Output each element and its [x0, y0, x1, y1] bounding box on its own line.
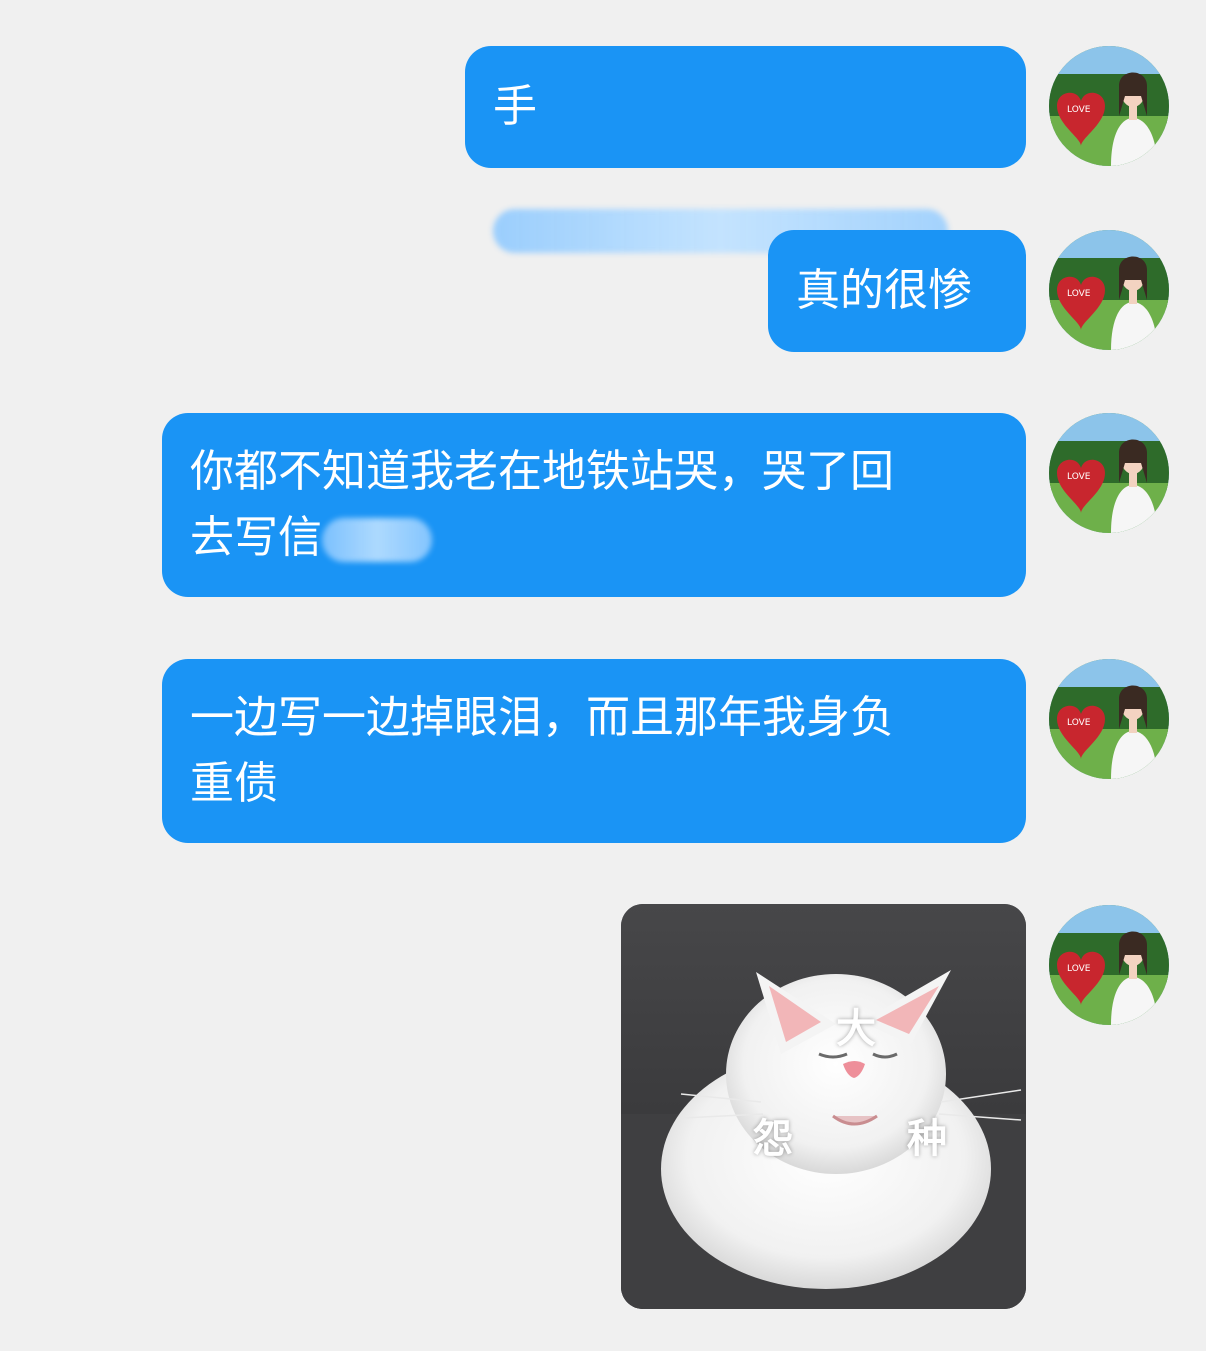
avatar[interactable]: LOVE	[1049, 230, 1169, 350]
message-text-line: 重债	[190, 758, 278, 809]
avatar-photo-icon: LOVE	[1049, 46, 1169, 166]
avatar[interactable]: LOVE	[1049, 413, 1169, 533]
sticker-caption: 大	[836, 1006, 876, 1052]
sticker-caption: 种	[907, 1116, 947, 1162]
white-cat-icon	[621, 904, 1026, 1309]
avatar[interactable]: LOVE	[1049, 46, 1169, 166]
message-bubble[interactable]: 真的很惨	[768, 230, 1026, 352]
avatar-photo-icon: LOVE	[1049, 659, 1169, 779]
avatar[interactable]: LOVE	[1049, 905, 1169, 1025]
message-text-line: 你都不知道我老在地铁站哭，哭了回	[190, 446, 894, 497]
sticker-image[interactable]: 大 怨 种	[621, 904, 1026, 1309]
avatar-photo-icon: LOVE	[1049, 413, 1169, 533]
avatar-photo-icon: LOVE	[1049, 905, 1169, 1025]
message-bubble[interactable]: 你都不知道我老在地铁站哭，哭了回 去写信	[162, 413, 1026, 597]
avatar[interactable]: LOVE	[1049, 659, 1169, 779]
redaction-blur	[322, 518, 432, 562]
message-text-line: 一边写一边掉眼泪，而且那年我身负	[190, 692, 894, 743]
message-text: 手	[493, 81, 537, 132]
sticker-caption: 怨	[753, 1116, 793, 1162]
message-text: 真的很惨	[796, 265, 972, 316]
svg-text:LOVE: LOVE	[1067, 964, 1091, 974]
svg-text:LOVE: LOVE	[1067, 105, 1091, 115]
message-bubble[interactable]: 手	[465, 46, 1026, 253]
message-bubble[interactable]: 一边写一边掉眼泪，而且那年我身负 重债	[162, 659, 1026, 843]
avatar-photo-icon: LOVE	[1049, 230, 1169, 350]
svg-text:LOVE: LOVE	[1067, 472, 1091, 482]
svg-text:LOVE: LOVE	[1067, 718, 1091, 728]
svg-text:LOVE: LOVE	[1067, 289, 1091, 299]
message-text-line: 去写信	[190, 505, 998, 571]
